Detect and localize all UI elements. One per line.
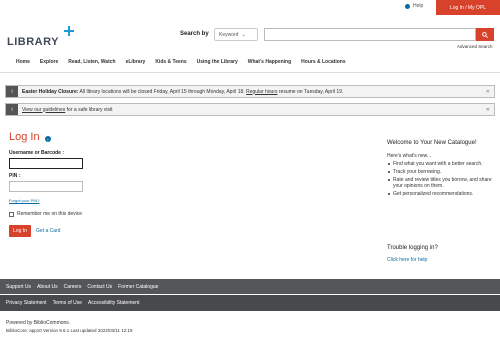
nav-item-whats-happening[interactable]: What's Happening <box>248 59 291 65</box>
list-item: Get personalized recommendations. <box>387 191 492 197</box>
get-a-card-link[interactable]: Get a Card <box>36 228 60 234</box>
alert-bold-text: Easter Holiday Closure: <box>22 88 79 95</box>
nav-item-elibrary[interactable]: eLibrary <box>126 59 146 65</box>
info-icon: i <box>6 86 18 97</box>
logo-text: LIBRARY <box>7 36 59 48</box>
login-button-label: Log In <box>13 228 27 234</box>
nav-item-home[interactable]: Home <box>16 59 30 65</box>
aside-intro: Here's what's new... <box>387 153 432 159</box>
nav-item-explore[interactable]: Explore <box>40 59 58 65</box>
guidelines-link[interactable]: View our guidelines <box>22 107 65 113</box>
close-icon[interactable]: ✕ <box>486 89 490 95</box>
help-label: Help <box>413 3 424 9</box>
nav-item-using-the-library[interactable]: Using the Library <box>197 59 238 65</box>
login-my-account-button[interactable]: Log In / My OPL <box>436 0 500 15</box>
footer-secondary: Privacy Statement Terms of Use Accessibi… <box>0 295 500 311</box>
list-item: Find what you want with a better search. <box>387 161 492 167</box>
logo-plus-icon <box>64 26 74 36</box>
alert-text-after: resume on Tuesday, April 19. <box>277 88 344 95</box>
forgot-pin-link[interactable]: Forgot your PIN? <box>9 198 39 203</box>
footer-link-terms[interactable]: Terms of Use <box>53 300 82 306</box>
aside-list: Find what you want with a better search.… <box>387 161 492 199</box>
list-item: Rate and review titles you borrow, and s… <box>387 177 492 189</box>
aside-title: Welcome to Your New Catalogue! <box>387 140 477 146</box>
footer-link-accessibility[interactable]: Accessibility Statement <box>88 300 139 306</box>
regular-hours-link[interactable]: Regular hours <box>246 89 277 95</box>
search-type-select[interactable]: Keyword ⌄ <box>214 28 258 41</box>
nav-item-hours-locations[interactable]: Hours & Locations <box>301 59 345 65</box>
footer-link-support-us[interactable]: Support Us <box>6 284 31 290</box>
help-link[interactable]: Help <box>405 3 423 9</box>
list-item: Track your borrowing. <box>387 169 492 175</box>
footer-link-careers[interactable]: Careers <box>64 284 82 290</box>
close-icon[interactable]: ✕ <box>486 107 490 113</box>
chevron-down-icon: ⌄ <box>241 31 246 38</box>
pin-label: PIN : <box>9 173 21 179</box>
alert-text: All library locations will be closed Fri… <box>78 88 247 95</box>
alert-text-after: for a safe library visit <box>65 106 113 113</box>
username-label: Username or Barcode : <box>9 150 65 156</box>
footer-link-about-us[interactable]: About Us <box>37 284 58 290</box>
search-type-value: Keyword <box>219 31 239 38</box>
info-icon[interactable]: i <box>45 136 51 142</box>
nav-item-read-listen-watch[interactable]: Read, Listen, Watch <box>68 59 115 65</box>
search-icon <box>482 31 488 38</box>
page-title: Log In <box>9 131 40 143</box>
help-icon <box>405 3 410 9</box>
login-my-account-label: Log In / My OPL <box>449 4 487 11</box>
remember-me[interactable]: Remember me on this device <box>9 211 82 217</box>
login-button[interactable]: Log In <box>9 225 31 237</box>
version-info: BiblioCore: app10 Version 9.6.1 Last upd… <box>6 328 133 333</box>
powered-by: Powered by BiblioCommons. <box>6 320 71 326</box>
footer-link-contact-us[interactable]: Contact Us <box>87 284 112 290</box>
pin-input[interactable] <box>9 181 83 192</box>
search-by-label: Search by <box>180 31 209 37</box>
footer-primary: Support Us About Us Careers Contact Us F… <box>0 279 500 294</box>
top-bar: Help Log In / My OPL <box>0 0 500 15</box>
main-nav: Home Explore Read, Listen, Watch eLibrar… <box>0 55 500 69</box>
nav-item-kids-teens[interactable]: Kids & Teens <box>155 59 186 65</box>
username-input[interactable] <box>9 158 83 169</box>
footer-link-former-catalogue[interactable]: Former Catalogue <box>118 284 158 290</box>
alert-easter-closure: i Easter Holiday Closure: All library lo… <box>5 85 495 98</box>
footer-link-privacy[interactable]: Privacy Statement <box>6 300 47 306</box>
remember-label: Remember me on this device <box>17 211 83 217</box>
nav-divider <box>0 72 500 73</box>
help-link[interactable]: Click here for help <box>387 257 427 263</box>
search-input[interactable] <box>264 28 476 41</box>
alert-guidelines: i View our guidelines for a safe library… <box>5 103 495 116</box>
search-button[interactable] <box>476 28 494 41</box>
trouble-title: Trouble logging in? <box>387 245 438 251</box>
advanced-search-link[interactable]: Advanced Search <box>457 44 493 49</box>
remember-checkbox[interactable] <box>9 211 14 217</box>
info-icon: i <box>6 104 18 115</box>
